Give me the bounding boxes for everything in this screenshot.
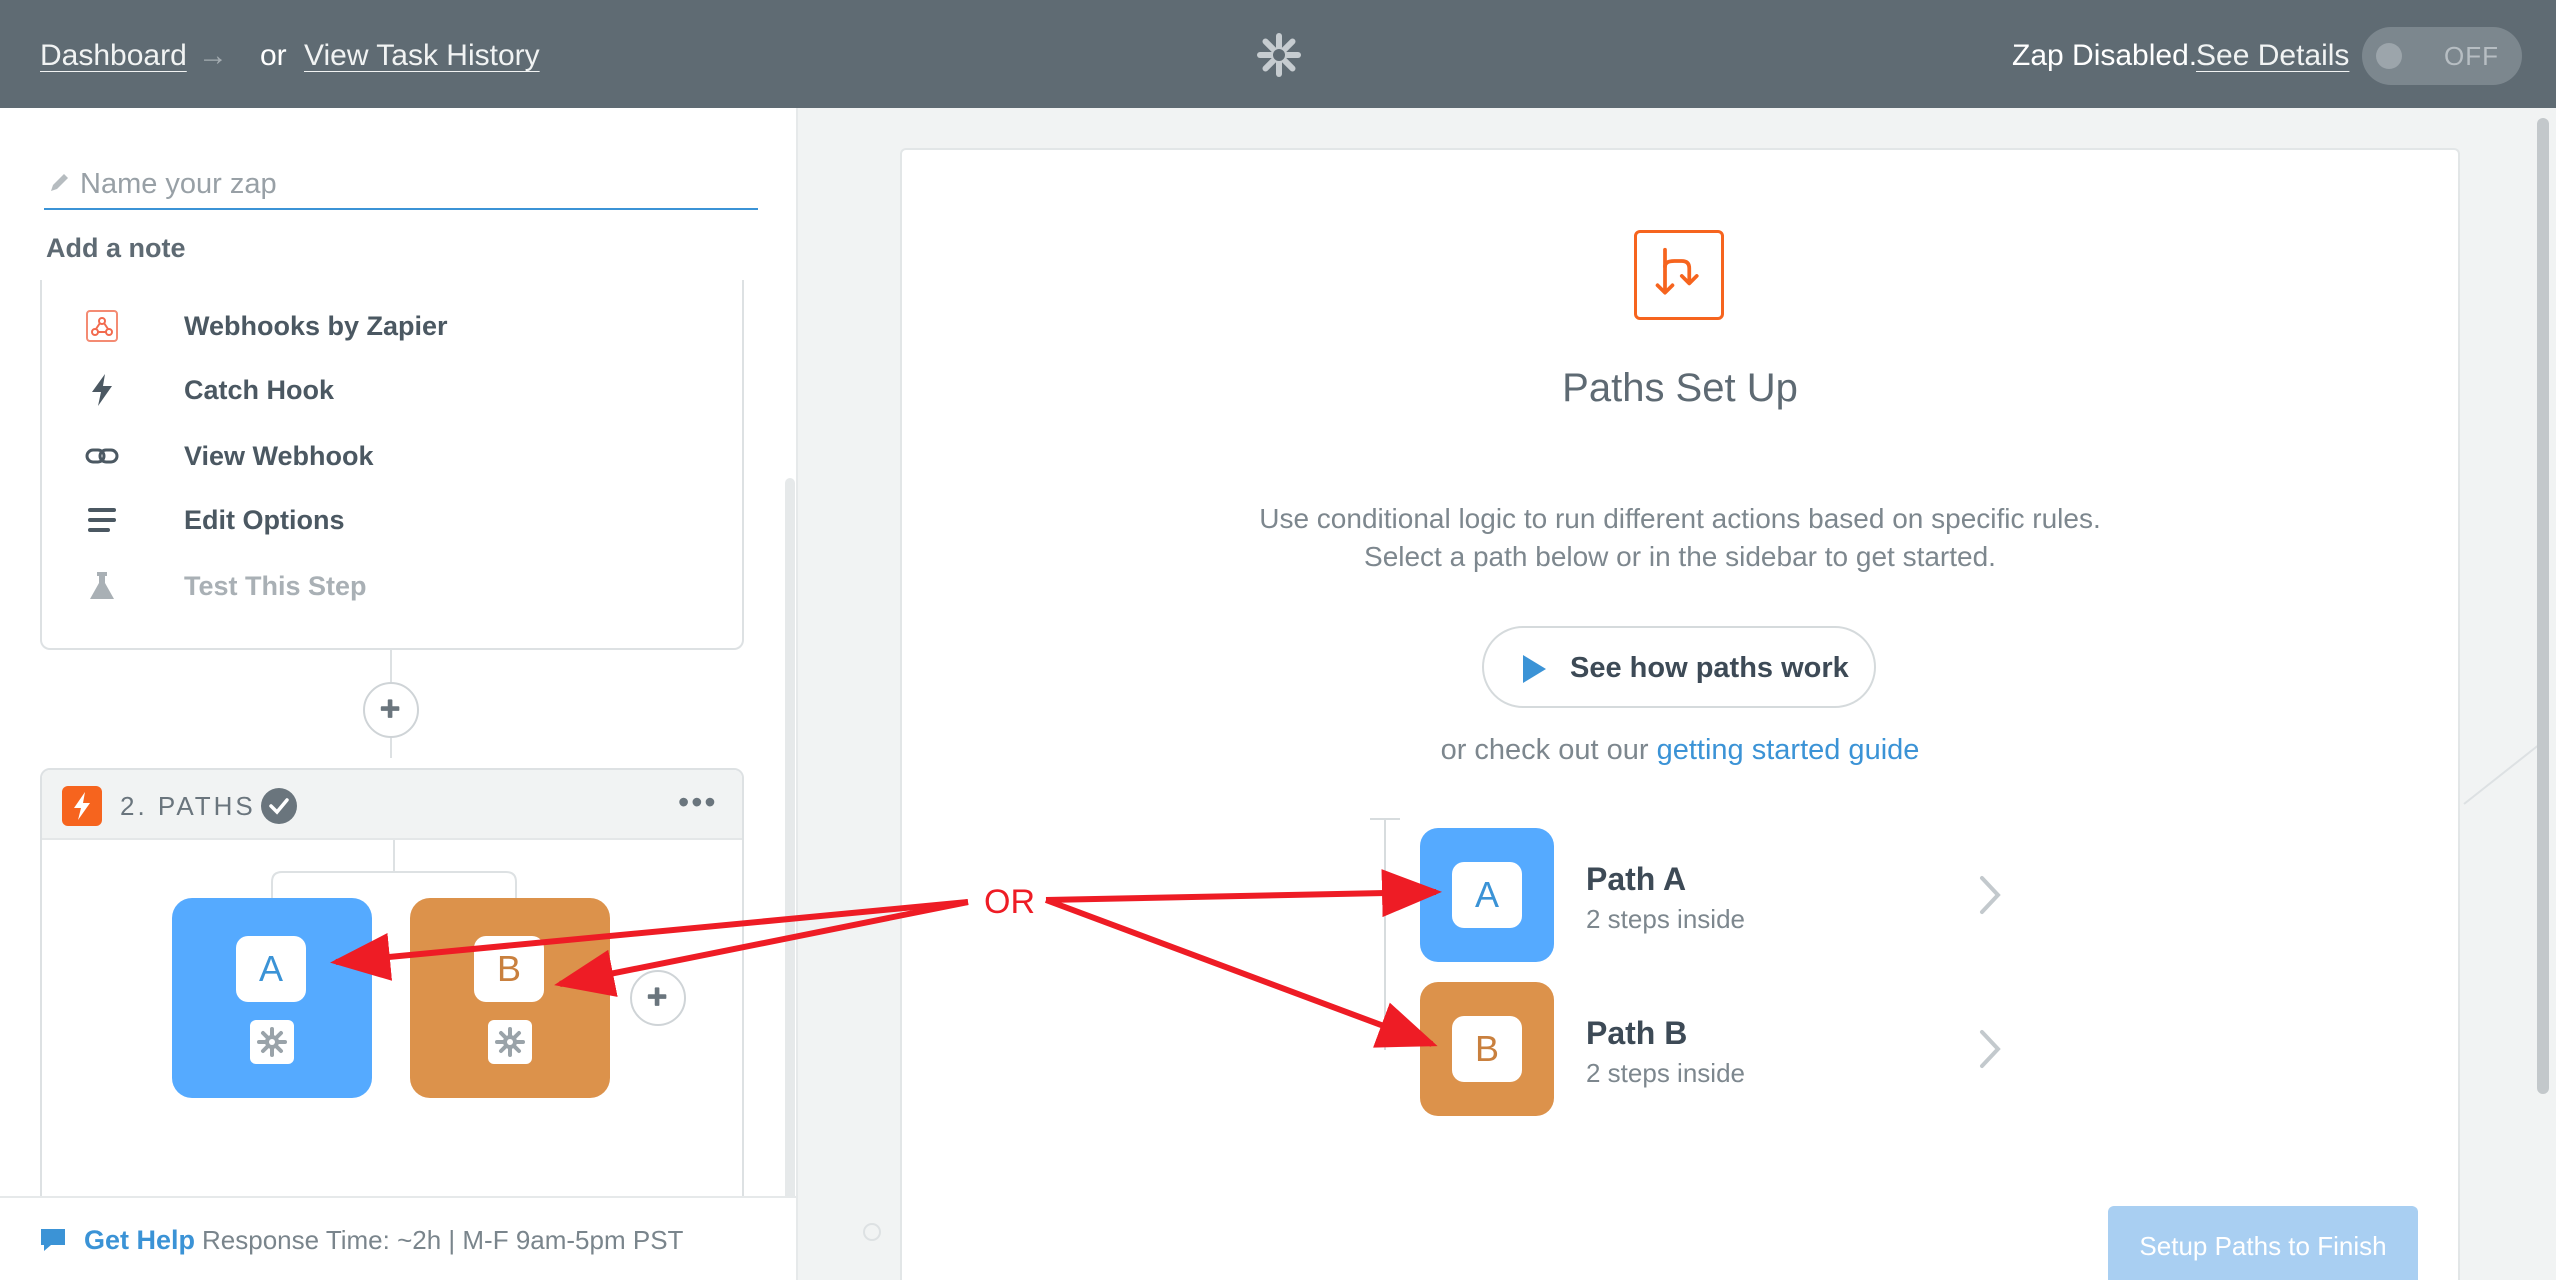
webhook-icon: [86, 310, 118, 342]
add-path-button[interactable]: [630, 970, 686, 1026]
or-text: or: [260, 39, 287, 72]
path-a-tile: A: [1420, 828, 1554, 962]
setup-paths-to-finish-label: Setup Paths to Finish: [2139, 1231, 2387, 1261]
play-icon: [1523, 655, 1546, 683]
path-b-tile: B: [1420, 982, 1554, 1116]
breadcrumb-arrow: →: [198, 39, 228, 72]
step-menu-item-view-webhook[interactable]: View Webhook: [84, 432, 684, 478]
path-branch-lines: [271, 840, 517, 898]
step-menu-item-trigger[interactable]: Catch Hook: [84, 366, 684, 412]
more-options-button[interactable]: •••: [678, 784, 718, 820]
plus-icon: [647, 987, 667, 1006]
menu-label-app: Webhooks by Zapier: [184, 311, 448, 341]
getting-started-guide-link[interactable]: getting started guide: [1657, 734, 1920, 766]
view-task-history-link[interactable]: View Task History: [304, 36, 540, 76]
path-b-steps-count: 2 steps inside: [1586, 1058, 1745, 1088]
paths-app-badge: [62, 786, 102, 826]
toggle-label: OFF: [2444, 41, 2499, 71]
mini-path-b-gear: [488, 1020, 532, 1064]
lightning-bolt-icon: [92, 374, 112, 406]
help-bar: Get Help Response Time: ~2h | M-F 9am-5p…: [0, 1196, 796, 1280]
paths-description-line-1: Use conditional logic to run different a…: [1259, 503, 2101, 534]
mini-path-a-tile[interactable]: A: [172, 898, 372, 1098]
gear-icon: [495, 1027, 525, 1057]
path-b-row[interactable]: B Path B 2 steps inside: [1420, 982, 2020, 1116]
menu-label-trigger: Catch Hook: [184, 375, 335, 405]
add-step-button[interactable]: [363, 682, 419, 738]
link-icon: [85, 448, 119, 464]
plus-icon: [380, 699, 400, 718]
mini-path-a-letter: A: [236, 936, 306, 1002]
paths-description-line-2: Select a path below or in the sidebar to…: [1364, 541, 1996, 572]
path-b-letter: B: [1452, 1016, 1522, 1082]
background-node-circle: [863, 1223, 881, 1241]
main-scrollbar[interactable]: [2537, 118, 2549, 1094]
paths-step-title: 2. PATHS: [120, 791, 256, 821]
lightning-bolt-icon: [74, 792, 90, 820]
path-b-name: Path B: [1586, 1015, 1688, 1051]
setup-paths-to-finish-button[interactable]: Setup Paths to Finish: [2108, 1206, 2418, 1280]
chevron-right-icon: [1980, 876, 2001, 914]
path-a-row[interactable]: A Path A 2 steps inside: [1420, 828, 2020, 962]
check-circle-icon: [261, 788, 297, 824]
toggle-knob: [2376, 43, 2402, 69]
path-a-letter: A: [1452, 862, 1522, 928]
mini-path-a-gear: [250, 1020, 294, 1064]
branch-arrow-icon: [1655, 247, 1699, 295]
paths-app-logo: [1634, 230, 1724, 320]
top-bar: Dashboard → or View Task History Zap Dis…: [0, 0, 2556, 108]
step-menu-item-edit-options[interactable]: Edit Options: [84, 496, 684, 542]
guide-prefix-text: or check out our: [1440, 734, 1649, 766]
menu-label-view-webhook: View Webhook: [184, 441, 374, 471]
dashboard-link[interactable]: Dashboard: [40, 36, 187, 76]
see-details-link[interactable]: See Details: [2196, 36, 2349, 76]
flask-icon: [90, 572, 114, 599]
paths-step-card[interactable]: 2. PATHS ••• A B: [40, 768, 744, 1250]
paths-setup-title: Paths Set Up: [1562, 366, 1798, 410]
menu-label-test: Test This Step: [184, 571, 367, 601]
path-a-name: Path A: [1586, 861, 1687, 897]
see-how-paths-work-button[interactable]: See how paths work: [1482, 626, 1876, 708]
step-menu-item-app[interactable]: Webhooks by Zapier: [84, 302, 684, 348]
path-a-steps-count: 2 steps inside: [1586, 904, 1745, 934]
menu-label-edit-options: Edit Options: [184, 505, 345, 535]
path-list-line: [1384, 820, 1386, 1050]
zap-editor-sidebar: Add a note Webhooks by Zapier Catch Hook: [0, 108, 798, 1280]
pencil-icon: [51, 174, 68, 191]
response-time-text: Response Time: ~2h | M-F 9am-5pm PST: [202, 1225, 684, 1255]
mini-path-b-tile[interactable]: B: [410, 898, 610, 1098]
zap-status-text: Zap Disabled.: [2012, 39, 2198, 72]
chat-bubble-icon: [41, 1229, 65, 1251]
get-help-link[interactable]: Get Help: [84, 1222, 195, 1258]
getting-started-line: or check out our getting started guide: [900, 730, 2460, 770]
zap-on-off-toggle[interactable]: OFF: [2362, 27, 2522, 85]
gear-icon: [257, 1027, 287, 1057]
chevron-right-icon: [1980, 1030, 2001, 1068]
sidebar-scrollbar[interactable]: [785, 478, 795, 1280]
or-annotation-label: OR: [980, 882, 1039, 922]
see-how-paths-work-label: See how paths work: [1570, 652, 1849, 684]
zapier-logo-icon[interactable]: [1256, 32, 1302, 78]
step-menu-item-test[interactable]: Test This Step: [84, 562, 684, 608]
paths-step-header: 2. PATHS •••: [42, 770, 742, 840]
add-note-link[interactable]: Add a note: [46, 230, 186, 266]
list-lines-icon: [88, 508, 116, 532]
trigger-step-card: Webhooks by Zapier Catch Hook View Webho…: [40, 280, 744, 650]
zap-name-field[interactable]: [44, 164, 758, 210]
zap-name-input[interactable]: [80, 164, 750, 204]
mini-path-b-letter: B: [474, 936, 544, 1002]
